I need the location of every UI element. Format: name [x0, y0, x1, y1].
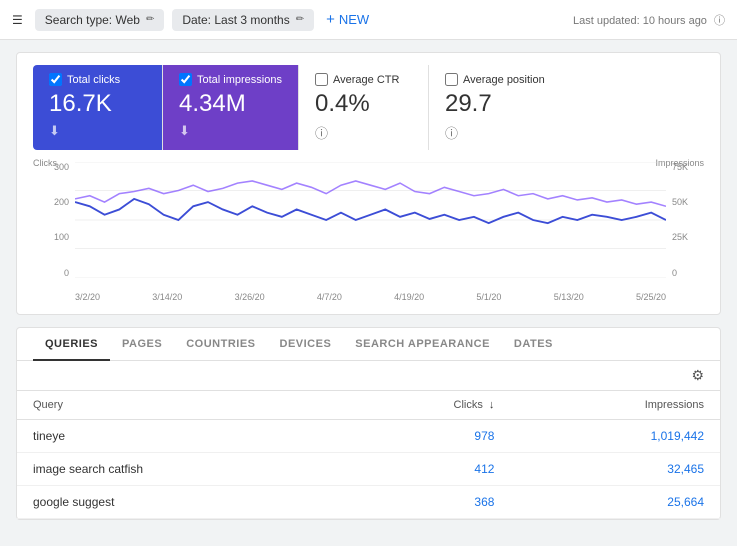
date-filter[interactable]: Date: Last 3 months ✏ — [172, 9, 314, 31]
average-ctr-checkbox[interactable] — [315, 73, 328, 86]
y-left-0: 0 — [33, 268, 69, 278]
top-bar: ☰ Search type: Web ✏ Date: Last 3 months… — [0, 0, 737, 40]
clicks-cell: 978 — [343, 419, 510, 452]
data-table: Query Clicks ↓ Impressions tineye — [17, 391, 720, 519]
x-label-6: 5/1/20 — [476, 292, 501, 302]
tab-pages[interactable]: PAGES — [110, 328, 174, 360]
table-row: tineye 978 1,019,442 — [17, 419, 720, 452]
download-icon-2: ⬇ — [179, 123, 282, 139]
y-right-0: 0 — [672, 268, 704, 278]
tab-queries[interactable]: QUERIES — [33, 328, 110, 360]
impressions-cell: 1,019,442 — [510, 419, 720, 452]
info-icon-position: ⓘ — [445, 123, 545, 142]
metrics-card: Total clicks 16.7K ⬇ Total impressions 4… — [16, 52, 721, 315]
total-impressions-label: Total impressions — [179, 73, 282, 86]
plus-icon: + — [326, 11, 335, 28]
metric-total-impressions[interactable]: Total impressions 4.34M ⬇ — [163, 65, 299, 150]
x-label-1: 3/2/20 — [75, 292, 100, 302]
tabs-card: QUERIES PAGES COUNTRIES DEVICES SEARCH A… — [16, 327, 721, 520]
x-label-7: 5/13/20 — [554, 292, 584, 302]
chart-svg — [75, 162, 666, 278]
x-label-8: 5/25/20 — [636, 292, 666, 302]
y-left-100: 100 — [33, 232, 69, 242]
metrics-row: Total clicks 16.7K ⬇ Total impressions 4… — [33, 65, 704, 150]
col-header-query: Query — [17, 391, 343, 420]
query-cell: tineye — [17, 419, 343, 452]
info-icon[interactable]: ⓘ — [714, 15, 725, 27]
tab-search-appearance[interactable]: SEARCH APPEARANCE — [343, 328, 502, 360]
average-position-checkbox[interactable] — [445, 73, 458, 86]
x-label-3: 3/26/20 — [235, 292, 265, 302]
last-updated-text: Last updated: 10 hours ago ⓘ — [573, 12, 725, 28]
total-impressions-checkbox[interactable] — [179, 73, 192, 86]
total-clicks-value: 16.7K — [49, 90, 146, 119]
search-type-label: Search type: Web — [45, 13, 140, 27]
y-left-200: 200 — [33, 197, 69, 207]
impressions-cell: 32,465 — [510, 452, 720, 485]
y-right-25k: 25K — [672, 232, 704, 242]
x-label-4: 4/7/20 — [317, 292, 342, 302]
y-left-300: 300 — [33, 162, 69, 172]
chart-y-left: 300 200 100 0 — [33, 162, 73, 278]
clicks-cell: 412 — [343, 452, 510, 485]
hamburger-icon[interactable]: ☰ — [12, 13, 23, 27]
chart-area: Clicks Impressions 300 200 100 0 75K 50K… — [33, 162, 704, 302]
y-right-50k: 50K — [672, 197, 704, 207]
tab-devices[interactable]: DEVICES — [268, 328, 344, 360]
x-label-5: 4/19/20 — [394, 292, 424, 302]
total-impressions-value: 4.34M — [179, 90, 282, 119]
tabs-toolbar: ⚙ — [17, 361, 720, 391]
impressions-cell: 25,664 — [510, 485, 720, 518]
new-button[interactable]: + NEW — [326, 11, 369, 28]
y-right-75k: 75K — [672, 162, 704, 172]
main-content: Total clicks 16.7K ⬇ Total impressions 4… — [0, 40, 737, 532]
info-icon-ctr: ⓘ — [315, 123, 412, 142]
date-filter-edit-icon: ✏ — [296, 14, 304, 25]
table-header-row: Query Clicks ↓ Impressions — [17, 391, 720, 420]
metric-total-clicks[interactable]: Total clicks 16.7K ⬇ — [33, 65, 163, 150]
x-label-2: 3/14/20 — [152, 292, 182, 302]
search-type-filter[interactable]: Search type: Web ✏ — [35, 9, 165, 31]
col-header-clicks[interactable]: Clicks ↓ — [343, 391, 510, 420]
sort-arrow-icon: ↓ — [489, 399, 495, 411]
table-row: image search catfish 412 32,465 — [17, 452, 720, 485]
query-cell: google suggest — [17, 485, 343, 518]
filter-icon[interactable]: ⚙ — [691, 367, 704, 384]
chart-x-labels: 3/2/20 3/14/20 3/26/20 4/7/20 4/19/20 5/… — [75, 292, 666, 302]
tab-dates[interactable]: DATES — [502, 328, 565, 360]
average-ctr-label: Average CTR — [315, 73, 412, 86]
clicks-cell: 368 — [343, 485, 510, 518]
download-icon: ⬇ — [49, 123, 146, 139]
search-type-edit-icon: ✏ — [146, 14, 154, 25]
date-filter-label: Date: Last 3 months — [182, 13, 289, 27]
table-row: google suggest 368 25,664 — [17, 485, 720, 518]
new-button-label: NEW — [339, 12, 369, 27]
chart-y-right: 75K 50K 25K 0 — [668, 162, 704, 278]
total-clicks-checkbox[interactable] — [49, 73, 62, 86]
col-header-impressions: Impressions — [510, 391, 720, 420]
total-clicks-label: Total clicks — [49, 73, 146, 86]
tabs-row: QUERIES PAGES COUNTRIES DEVICES SEARCH A… — [17, 328, 720, 361]
average-position-value: 29.7 — [445, 90, 545, 119]
average-ctr-value: 0.4% — [315, 90, 412, 119]
query-cell: image search catfish — [17, 452, 343, 485]
metric-average-position[interactable]: Average position 29.7 ⓘ — [429, 65, 561, 150]
metric-average-ctr[interactable]: Average CTR 0.4% ⓘ — [299, 65, 429, 150]
tab-countries[interactable]: COUNTRIES — [174, 328, 267, 360]
average-position-label: Average position — [445, 73, 545, 86]
